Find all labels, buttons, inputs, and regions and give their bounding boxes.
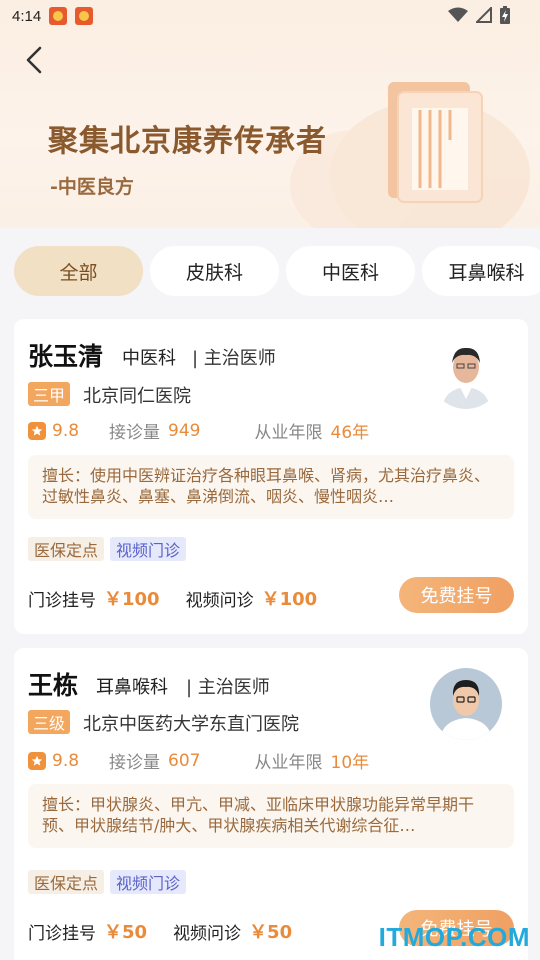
avatar — [430, 337, 502, 409]
clinic-price-label: 门诊挂号 — [28, 590, 96, 611]
clinic-price: ￥100 — [104, 589, 160, 610]
watermark: ITMOP.COM — [378, 922, 530, 952]
price-row: 门诊挂号 ￥100 视频问诊 ￥100 — [28, 585, 343, 611]
status-time: 4:14 — [12, 7, 42, 25]
doctor-title: | 主治医师 — [192, 348, 276, 369]
hospital-name: 北京中医药大学东直门医院 — [83, 714, 299, 735]
back-arrow-icon — [26, 46, 42, 74]
video-clinic-tag: 视频门诊 — [110, 537, 187, 561]
insurance-tag: 医保定点 — [28, 537, 105, 561]
years-value: 10年 — [330, 753, 370, 773]
book-illustration-icon — [388, 82, 483, 203]
battery-icon — [500, 6, 510, 24]
system-icons — [448, 6, 510, 24]
hospital-level-badge: 三甲 — [28, 382, 71, 406]
specialty-box: 擅长：甲状腺炎、甲亢、甲减、亚临床甲状腺功能异常早期干预、甲状腺结节/肿大、甲状… — [28, 784, 514, 848]
consult-label: 接诊量 — [109, 423, 161, 443]
specialty-text: 擅长：使用中医辨证治疗各种眼耳鼻喉、肾病，尤其治疗鼻炎、过敏性鼻炎、鼻塞、鼻涕倒… — [42, 466, 491, 506]
star-icon — [28, 751, 46, 770]
video-price: ￥100 — [261, 589, 318, 610]
tab-all[interactable]: 全部 — [14, 246, 143, 296]
clinic-price: ￥50 — [104, 922, 148, 943]
tab-tcm[interactable]: 中医科 — [286, 246, 415, 296]
insurance-tag: 医保定点 — [28, 870, 105, 894]
price-row: 门诊挂号 ￥50 视频问诊 ￥50 — [28, 918, 318, 944]
status-bar: 4:14 — [0, 0, 540, 32]
years-value: 46年 — [330, 423, 370, 443]
banner-subtitle: -中医良方 — [50, 176, 134, 198]
doctor-department: 耳鼻喉科 — [96, 677, 168, 698]
notification-icon — [75, 7, 94, 25]
consult-label: 接诊量 — [109, 753, 161, 773]
years-label: 从业年限 — [254, 753, 323, 773]
consult-count: 949 — [168, 420, 201, 441]
hospital-level-badge: 三级 — [28, 710, 71, 734]
doctor-card[interactable]: 王栋 耳鼻喉科 | 主治医师 三级 北京中医药大学东直门医院 9.8 接诊量 6… — [14, 648, 528, 960]
department-tabs: 全部 皮肤科 中医科 耳鼻喉科 — [14, 246, 540, 296]
tab-dermatology[interactable]: 皮肤科 — [150, 246, 279, 296]
doctor-stats: 9.8 接诊量 607 从业年限 10年 — [28, 748, 369, 773]
free-register-button[interactable]: 免费挂号 — [399, 577, 514, 613]
specialty-box: 擅长：使用中医辨证治疗各种眼耳鼻喉、肾病，尤其治疗鼻炎、过敏性鼻炎、鼻塞、鼻涕倒… — [28, 455, 514, 519]
tag-list: 医保定点 视频门诊 — [28, 537, 187, 561]
wifi-icon — [448, 7, 468, 22]
notification-icon — [49, 7, 68, 25]
star-icon — [28, 421, 46, 440]
doctor-department: 中医科 — [122, 348, 176, 369]
header-banner: 4:14 聚集北京康养传承者 -中医良方 — [0, 0, 540, 228]
banner-slogan: 聚集北京康养传承者 — [48, 124, 327, 159]
hospital-name: 北京同仁医院 — [83, 386, 191, 407]
rating-value: 9.8 — [52, 750, 80, 771]
rating-value: 9.8 — [52, 420, 80, 441]
avatar — [430, 668, 502, 740]
doctor-card[interactable]: 张玉清 中医科 | 主治医师 三甲 北京同仁医院 9.8 接诊量 949 从业年… — [14, 319, 528, 634]
video-price-label: 视频问诊 — [185, 590, 254, 611]
signal-icon — [476, 7, 492, 23]
back-button[interactable] — [18, 44, 50, 76]
video-price-label: 视频问诊 — [173, 923, 242, 944]
doctor-stats: 9.8 接诊量 949 从业年限 46年 — [28, 418, 369, 443]
tag-list: 医保定点 视频门诊 — [28, 870, 187, 894]
doctor-title: | 主治医师 — [186, 677, 270, 698]
video-clinic-tag: 视频门诊 — [110, 870, 187, 894]
tab-ent[interactable]: 耳鼻喉科 — [422, 246, 540, 296]
years-label: 从业年限 — [254, 423, 323, 443]
doctor-name: 张玉清 — [28, 342, 104, 371]
clinic-price-label: 门诊挂号 — [28, 923, 96, 944]
doctor-name: 王栋 — [28, 671, 79, 700]
specialty-text: 擅长：甲状腺炎、甲亢、甲减、亚临床甲状腺功能异常早期干预、甲状腺结节/肿大、甲状… — [42, 795, 475, 835]
video-price: ￥50 — [249, 922, 293, 943]
consult-count: 607 — [168, 750, 201, 771]
